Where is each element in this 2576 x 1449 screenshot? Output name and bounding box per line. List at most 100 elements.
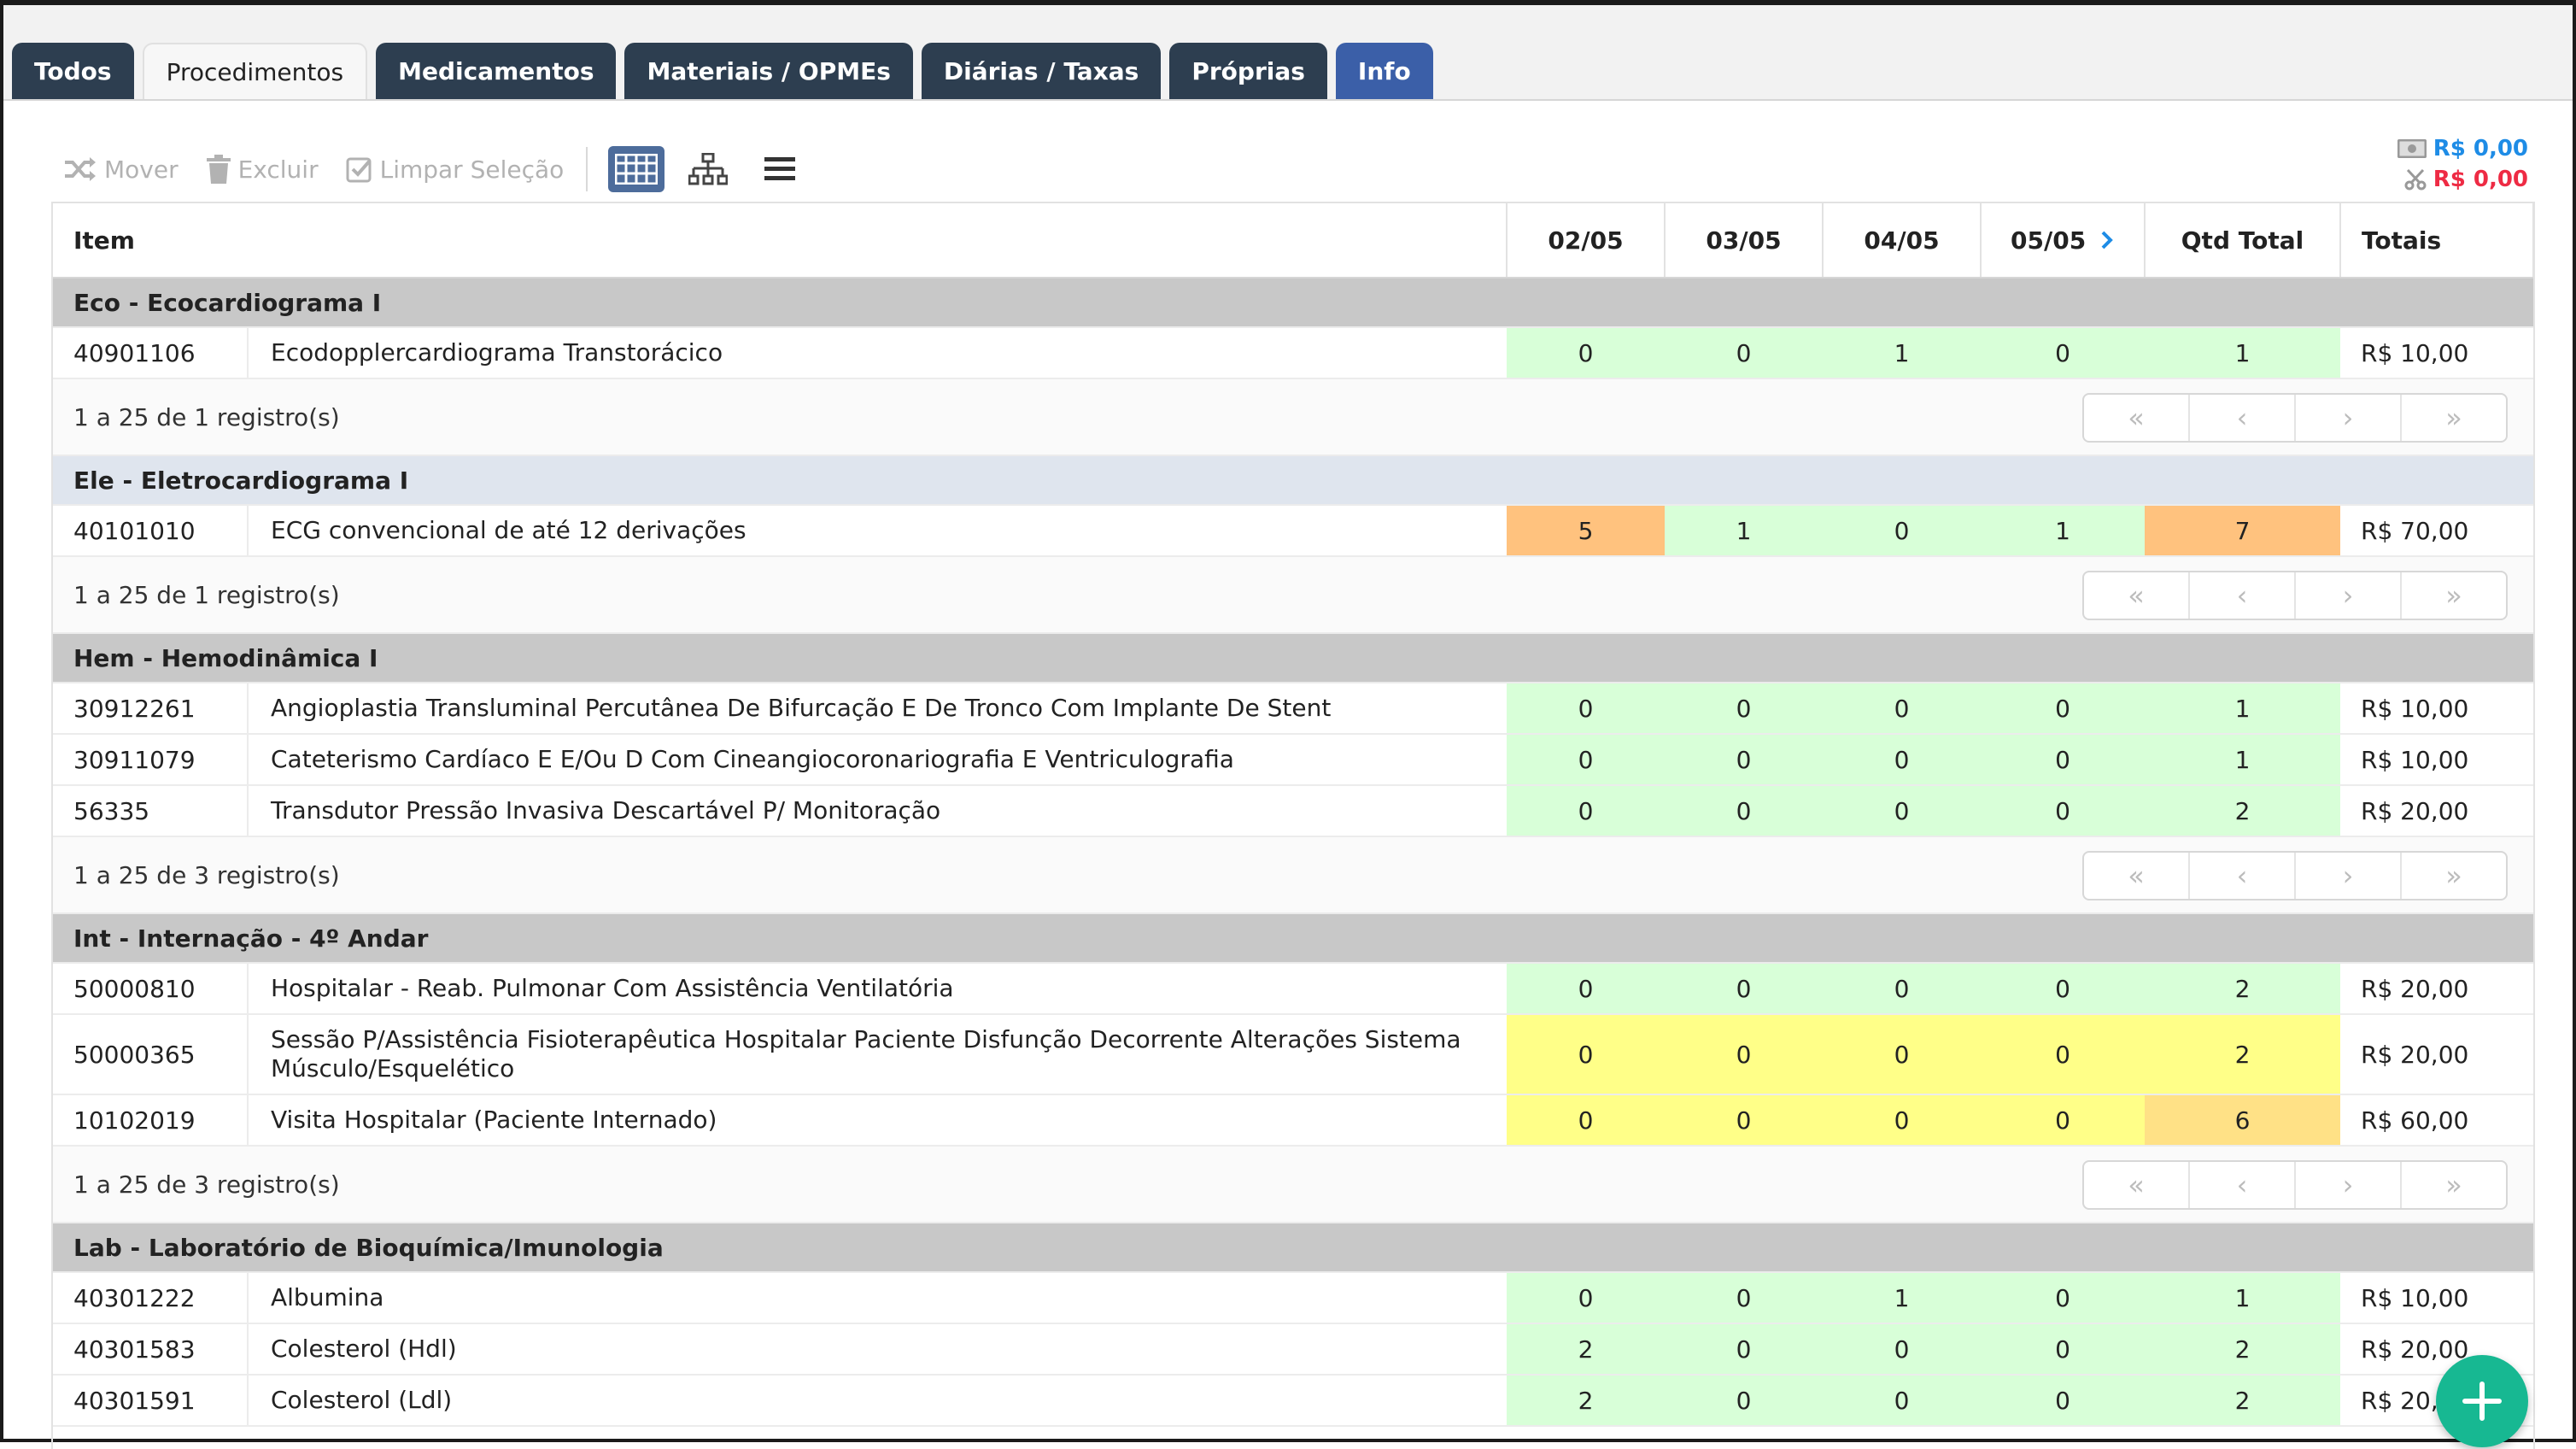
- day-qty[interactable]: 0: [1665, 1375, 1823, 1427]
- day-qty[interactable]: 0: [1665, 785, 1823, 837]
- day-qty[interactable]: 0: [1823, 1094, 1981, 1147]
- tab-info[interactable]: Info: [1335, 43, 1433, 99]
- item-total: R$ 60,00: [2340, 1094, 2533, 1147]
- table-row[interactable]: 40301222 Albumina 0 0 1 0 1 R$ 10,00: [53, 1272, 2533, 1324]
- table-row[interactable]: 30911079 Cateterismo Cardíaco E E/Ou D C…: [53, 734, 2533, 786]
- first-page-button[interactable]: «: [2084, 1162, 2190, 1208]
- table-row[interactable]: 50000810 Hospitalar - Reab. Pulmonar Com…: [53, 963, 2533, 1015]
- next-page-button[interactable]: ›: [2296, 853, 2402, 899]
- day-qty[interactable]: 0: [1981, 734, 2145, 786]
- table-row[interactable]: 30912261 Angioplastia Transluminal Percu…: [53, 683, 2533, 735]
- day-qty[interactable]: 0: [1507, 683, 1665, 735]
- day-qty[interactable]: 0: [1823, 1014, 1981, 1095]
- tab-diarias-taxas[interactable]: Diárias / Taxas: [921, 43, 1162, 99]
- day-qty[interactable]: 0: [1507, 785, 1665, 837]
- day-qty[interactable]: 0: [1823, 505, 1981, 557]
- table-row[interactable]: 40101010 ECG convencional de até 12 deri…: [53, 505, 2533, 557]
- header-day-3[interactable]: 04/05: [1823, 203, 1982, 279]
- clear-selection-button[interactable]: Limpar Seleção: [346, 155, 565, 184]
- day-qty[interactable]: 0: [1665, 1014, 1823, 1095]
- group-title: Int - Internação - 4º Andar: [53, 913, 2533, 964]
- day-qty[interactable]: 0: [1823, 963, 1981, 1015]
- add-item-button[interactable]: [2436, 1355, 2528, 1447]
- day-qty[interactable]: 2: [1507, 1375, 1665, 1427]
- day-qty[interactable]: 0: [1665, 1094, 1823, 1147]
- tab-medicamentos[interactable]: Medicamentos: [376, 43, 617, 99]
- prev-page-button[interactable]: ‹: [2190, 572, 2296, 619]
- prev-page-button[interactable]: ‹: [2190, 395, 2296, 441]
- day-qty[interactable]: 0: [1823, 1323, 1981, 1376]
- prev-page-button[interactable]: ‹: [2190, 853, 2296, 899]
- day-qty[interactable]: 5: [1507, 505, 1665, 557]
- last-page-button[interactable]: »: [2402, 853, 2506, 899]
- day-qty[interactable]: 0: [1507, 1094, 1665, 1147]
- table-row[interactable]: 50000365 Sessão P/Assistência Fisioterap…: [53, 1014, 2533, 1095]
- day-qty[interactable]: 0: [1981, 785, 2145, 837]
- last-page-button[interactable]: »: [2402, 572, 2506, 619]
- day-qty[interactable]: 0: [1981, 963, 2145, 1015]
- day-qty[interactable]: 1: [1981, 505, 2145, 557]
- day-qty[interactable]: 1: [1823, 1272, 1981, 1324]
- item-total: R$ 20,00: [2340, 785, 2533, 837]
- day-qty[interactable]: 0: [1507, 1014, 1665, 1095]
- clear-selection-label: Limpar Seleção: [379, 155, 565, 184]
- header-day-2[interactable]: 03/05: [1665, 203, 1824, 279]
- day-qty[interactable]: 0: [1507, 963, 1665, 1015]
- day-qty[interactable]: 2: [1507, 1323, 1665, 1376]
- day-qty[interactable]: 1: [1823, 327, 1981, 379]
- day-qty[interactable]: 0: [1981, 327, 2145, 379]
- last-page-button[interactable]: »: [2402, 395, 2506, 441]
- day-qty[interactable]: 0: [1823, 734, 1981, 786]
- day-qty[interactable]: 0: [1507, 734, 1665, 786]
- table-row[interactable]: 56335 Transdutor Pressão Invasiva Descar…: [53, 785, 2533, 837]
- grid-view-button[interactable]: [608, 146, 665, 192]
- tab-materiais-opmes[interactable]: Materiais / OPMEs: [624, 43, 913, 99]
- day-qty[interactable]: 0: [1665, 1323, 1823, 1376]
- day-qty[interactable]: 0: [1507, 1272, 1665, 1324]
- tree-view-button[interactable]: [680, 146, 736, 192]
- next-page-button[interactable]: ›: [2296, 395, 2402, 441]
- item-total: R$ 10,00: [2340, 1272, 2533, 1324]
- table-row[interactable]: 40301583 Colesterol (Hdl) 2 0 0 0 2 R$ 2…: [53, 1323, 2533, 1376]
- group-title: Ele - Eletrocardiograma I: [53, 455, 2533, 506]
- table-row[interactable]: 40901106 Ecodopplercardiograma Transtorá…: [53, 327, 2533, 379]
- header-day-1[interactable]: 02/05: [1507, 203, 1666, 279]
- day-qty[interactable]: 0: [1665, 734, 1823, 786]
- item-description: ECG convencional de até 12 derivações: [248, 505, 1507, 557]
- day-qty[interactable]: 0: [1981, 1375, 2145, 1427]
- day-qty[interactable]: 0: [1823, 1375, 1981, 1427]
- day-qty[interactable]: 0: [1981, 1094, 2145, 1147]
- first-page-button[interactable]: «: [2084, 572, 2190, 619]
- first-page-button[interactable]: «: [2084, 395, 2190, 441]
- header-day-4-cell[interactable]: 05/05: [1981, 203, 2146, 279]
- day-qty[interactable]: 0: [1665, 327, 1823, 379]
- item-description: Albumina: [248, 1272, 1507, 1324]
- day-qty[interactable]: 0: [1665, 1272, 1823, 1324]
- move-button[interactable]: Mover: [63, 155, 179, 184]
- day-qty[interactable]: 0: [1981, 1323, 2145, 1376]
- day-qty[interactable]: 0: [1823, 683, 1981, 735]
- day-qty[interactable]: 0: [1665, 683, 1823, 735]
- item-description: Angioplastia Transluminal Percutânea De …: [248, 683, 1507, 735]
- day-qty[interactable]: 0: [1507, 327, 1665, 379]
- day-qty[interactable]: 0: [1665, 963, 1823, 1015]
- next-page-button[interactable]: ›: [2296, 1162, 2402, 1208]
- day-qty[interactable]: 0: [1981, 683, 2145, 735]
- day-qty[interactable]: 1: [1665, 505, 1823, 557]
- table-row[interactable]: 40301591 Colesterol (Ldl) 2 0 0 0 2 R$ 2…: [53, 1375, 2533, 1427]
- day-qty[interactable]: 0: [1823, 785, 1981, 837]
- chevron-right-icon[interactable]: [2099, 230, 2115, 250]
- table-row[interactable]: 10102019 Visita Hospitalar (Paciente Int…: [53, 1094, 2533, 1147]
- list-view-button[interactable]: [752, 146, 808, 192]
- prev-page-button[interactable]: ‹: [2190, 1162, 2296, 1208]
- tab-procedimentos[interactable]: Procedimentos: [142, 43, 368, 99]
- tab-todos[interactable]: Todos: [12, 43, 134, 99]
- next-page-button[interactable]: ›: [2296, 572, 2402, 619]
- group-header-row: Ele - Eletrocardiograma I: [53, 455, 2533, 506]
- day-qty[interactable]: 0: [1981, 1272, 2145, 1324]
- first-page-button[interactable]: «: [2084, 853, 2190, 899]
- last-page-button[interactable]: »: [2402, 1162, 2506, 1208]
- tab-proprias[interactable]: Próprias: [1169, 43, 1327, 99]
- delete-button[interactable]: Excluir: [206, 155, 319, 184]
- day-qty[interactable]: 0: [1981, 1014, 2145, 1095]
